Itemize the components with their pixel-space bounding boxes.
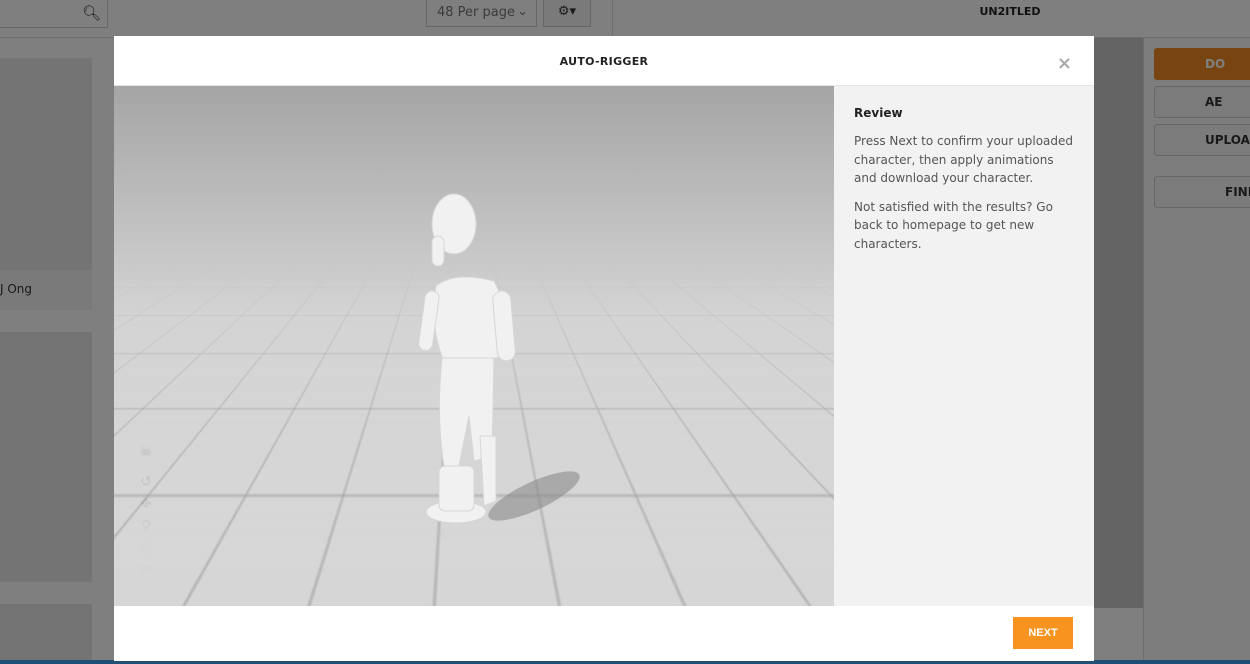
close-icon[interactable]: × xyxy=(1057,53,1072,74)
character-model xyxy=(418,193,580,524)
review-text: Press Next to confirm your uploaded char… xyxy=(854,134,1074,185)
modal-title: AUTO-RIGGER xyxy=(114,36,1094,86)
power-icon[interactable]: ⏻ xyxy=(136,540,156,562)
3d-viewport[interactable]: ☠ ↺ ✥ ⚲ ⏻ ■ xyxy=(114,86,834,606)
review-heading: Review xyxy=(854,106,903,120)
next-button[interactable]: NEXT xyxy=(1013,617,1073,649)
reset-icon[interactable]: ↺ xyxy=(136,474,156,496)
auto-rigger-modal: AUTO-RIGGER × ☠ ↺ ✥ ⚲ ⏻ ■ Review Press N… xyxy=(114,36,1094,661)
viewport-toolbar: ☠ ↺ ✥ ⚲ ⏻ ■ xyxy=(136,444,156,584)
zoom-icon[interactable]: ⚲ xyxy=(136,518,156,540)
review-panel: Review Press Next to confirm your upload… xyxy=(834,86,1094,606)
move-icon[interactable]: ✥ xyxy=(136,496,156,518)
camera-icon[interactable]: ■ xyxy=(136,562,156,584)
skull-icon[interactable]: ☠ xyxy=(136,444,156,466)
review-hint: Not satisfied with the results? Go back … xyxy=(854,199,1053,251)
